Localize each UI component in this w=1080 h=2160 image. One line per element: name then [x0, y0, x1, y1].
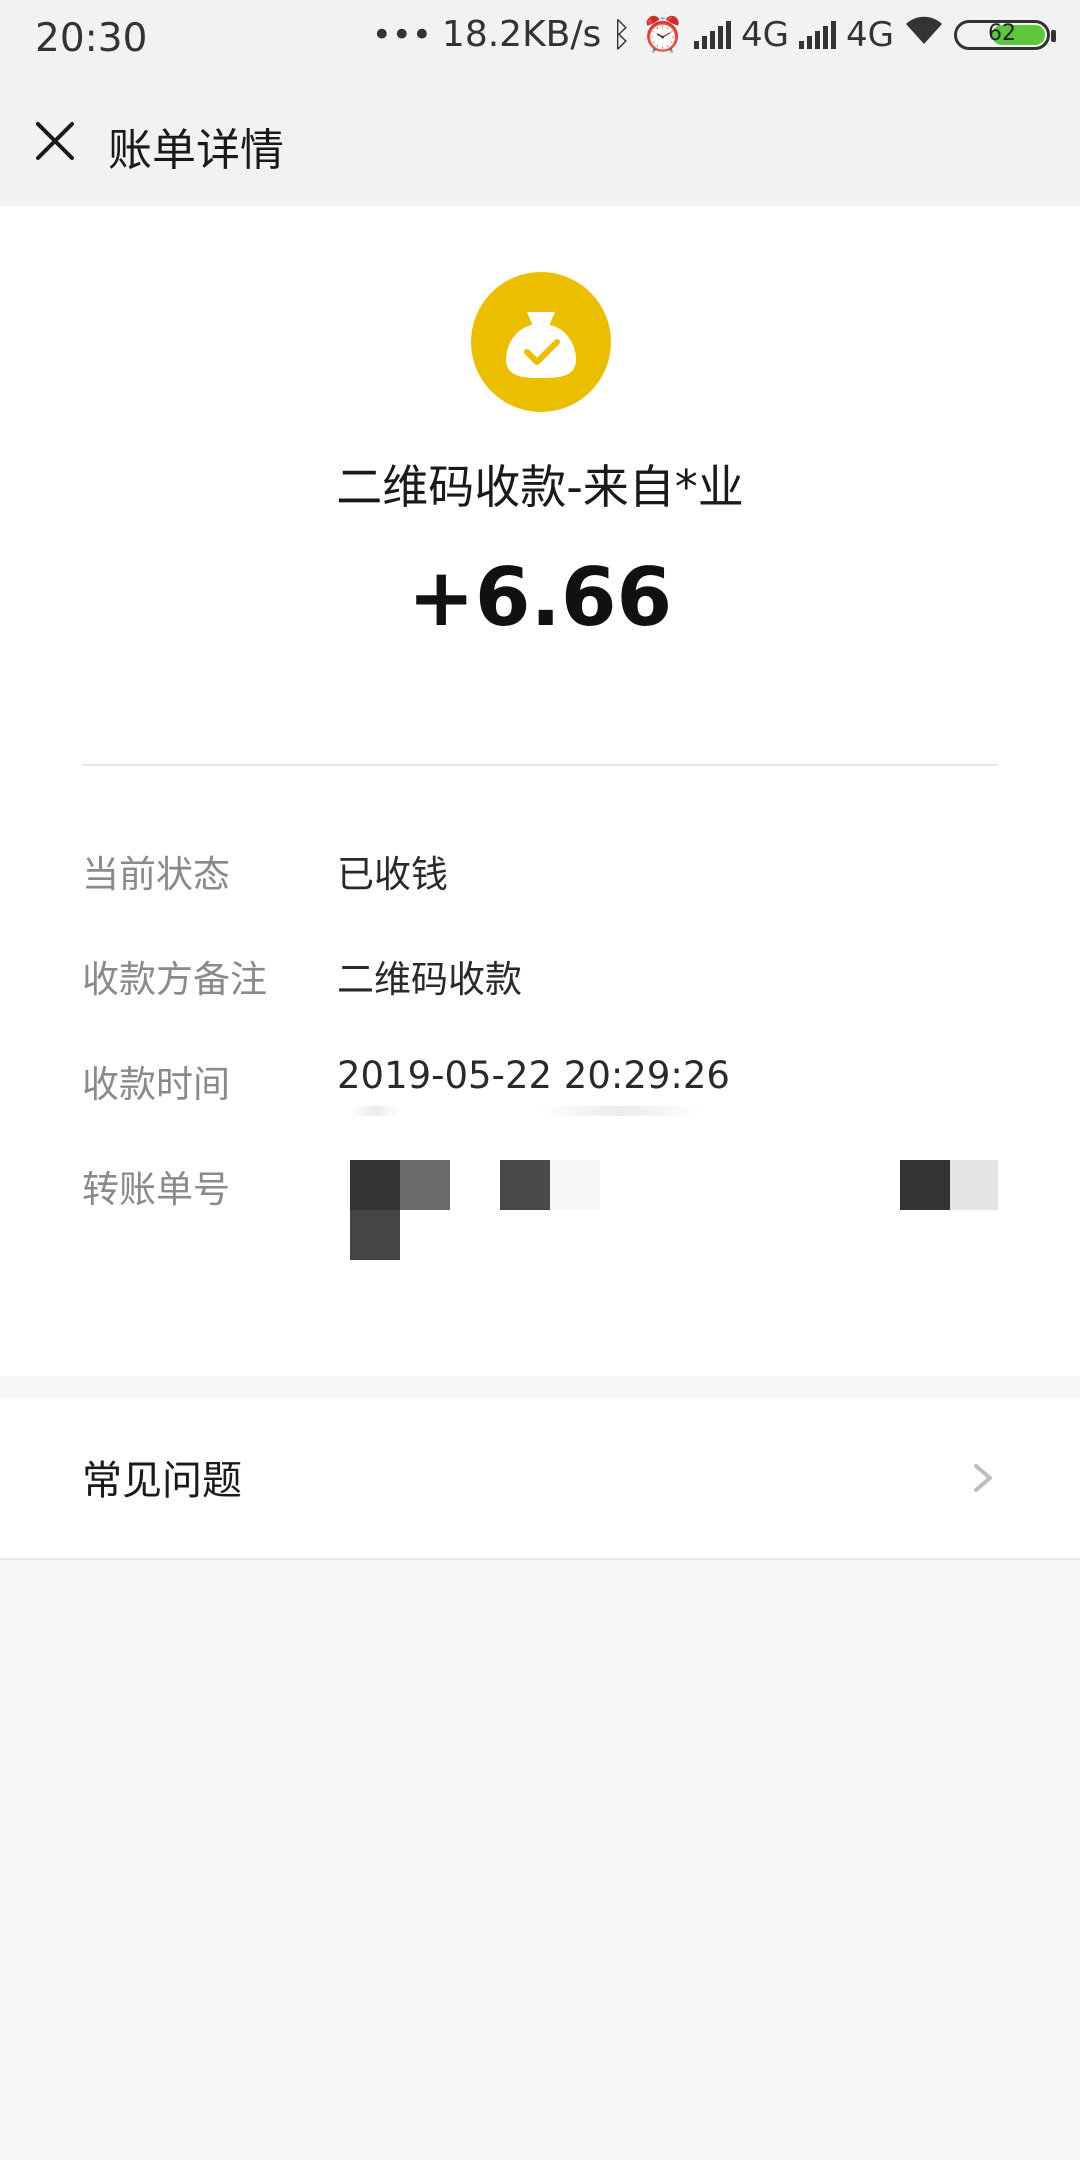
- detail-value: 2019-05-22 20:29:26: [337, 1054, 730, 1097]
- redaction-block: [500, 1160, 550, 1210]
- detail-label: 收款时间: [82, 1063, 230, 1106]
- money-bag-check-icon: [471, 272, 611, 412]
- redaction-block: [350, 1210, 400, 1260]
- status-time: 20:30: [35, 16, 148, 61]
- faq-label: 常见问题: [82, 1458, 242, 1504]
- battery-icon: 62: [954, 19, 1056, 50]
- close-icon: [36, 122, 74, 160]
- status-icons: ••• 18.2KB/s ᛒ ⏰ 4G 4G 62: [371, 14, 1056, 55]
- detail-label: 当前状态: [82, 853, 230, 896]
- faq-row[interactable]: 常见问题: [0, 1398, 1080, 1560]
- page-title: 账单详情: [108, 125, 284, 176]
- header: 账单详情: [0, 78, 1080, 206]
- detail-row-remark: 收款方备注 二维码收款: [82, 949, 998, 1009]
- detail-label: 转账单号: [82, 1168, 230, 1211]
- signal-icon: [694, 20, 732, 49]
- detail-value: 二维码收款: [337, 958, 522, 1001]
- battery-text: 62: [988, 20, 1016, 46]
- network-type: 4G: [741, 14, 790, 55]
- redaction-block: [550, 1160, 600, 1210]
- redaction-block: [900, 1160, 950, 1210]
- detail-value: 已收钱: [337, 853, 448, 896]
- transaction-title: 二维码收款-来自*业: [336, 460, 744, 514]
- redaction-block: [350, 1160, 400, 1210]
- network-speed: 18.2KB/s: [441, 14, 602, 55]
- network-type: 4G: [846, 14, 894, 55]
- signal-icon: [799, 20, 837, 49]
- detail-label: 收款方备注: [82, 958, 267, 1001]
- bluetooth-icon: ᛒ: [611, 14, 632, 55]
- wifi-icon: [904, 14, 944, 55]
- divider: [82, 764, 998, 766]
- redaction-block: [950, 1160, 998, 1210]
- alarm-icon: ⏰: [641, 14, 685, 55]
- transaction-amount: +6.66: [407, 551, 673, 644]
- redaction-blur: [540, 1106, 700, 1116]
- close-button[interactable]: [30, 116, 80, 166]
- chevron-right-icon: [974, 1464, 992, 1492]
- status-bar: 20:30 ••• 18.2KB/s ᛒ ⏰ 4G 4G 62: [0, 0, 1080, 78]
- redaction-block: [400, 1160, 450, 1210]
- detail-row-status: 当前状态 已收钱: [82, 844, 998, 904]
- bill-detail-card: 二维码收款-来自*业 +6.66 当前状态 已收钱 收款方备注 二维码收款 收款…: [0, 206, 1080, 1376]
- redaction-blur: [350, 1106, 400, 1116]
- dots-icon: •••: [371, 14, 432, 55]
- detail-row-time: 收款时间 2019-05-22 20:29:26: [82, 1054, 998, 1114]
